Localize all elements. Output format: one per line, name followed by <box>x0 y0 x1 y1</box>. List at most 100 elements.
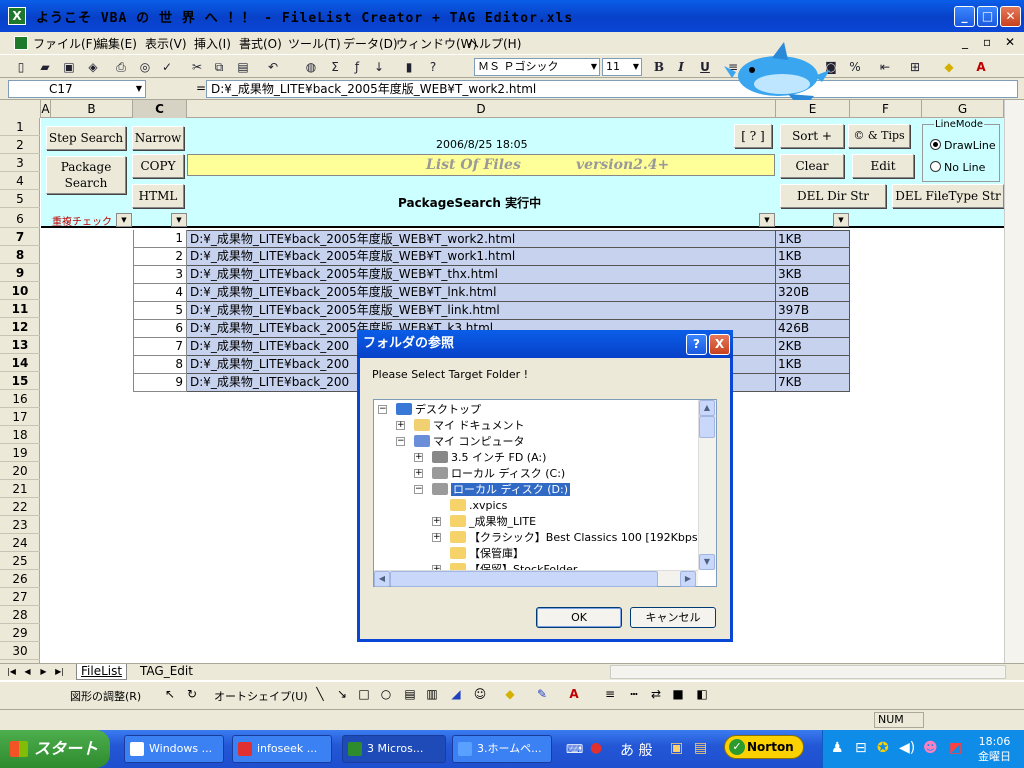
copy-button[interactable]: COPY <box>132 154 184 178</box>
tree-node-drive-c[interactable]: + ローカル ディスク (C:) <box>414 466 565 482</box>
open-icon[interactable]: ▰ <box>36 58 54 76</box>
expand-icon[interactable]: + <box>432 533 441 542</box>
filter-dropdown-d[interactable]: ▼ <box>759 213 775 227</box>
row-header[interactable]: 22 <box>0 498 40 516</box>
rectangle-tool-icon[interactable]: □ <box>356 686 372 702</box>
file-size-cell[interactable]: 426B <box>776 320 850 338</box>
tree-node-seikabutsu[interactable]: + _成果物_LITE <box>432 514 536 530</box>
autosum-icon[interactable]: Σ <box>326 58 344 76</box>
expand-icon[interactable]: + <box>432 517 441 526</box>
line-tool-icon[interactable]: ╲ <box>312 686 328 702</box>
row-header[interactable]: 12 <box>0 318 40 336</box>
noline-radio[interactable]: No Line <box>930 161 985 174</box>
row-header[interactable]: 1 <box>0 118 40 136</box>
sort-asc-icon[interactable]: ↓ <box>370 58 388 76</box>
help-icon[interactable]: ? <box>424 58 442 76</box>
globe-icon[interactable]: ✪ <box>877 740 889 756</box>
row-header[interactable]: 5 <box>0 190 40 208</box>
dialog-help-button[interactable]: ? <box>686 334 707 355</box>
row-index[interactable]: 9 <box>133 374 187 392</box>
row-header[interactable]: 10 <box>0 282 40 300</box>
row-index[interactable]: 2 <box>133 248 187 266</box>
row-header[interactable]: 2 <box>0 136 40 154</box>
column-header-b[interactable]: B <box>51 100 133 118</box>
filter-dropdown-b[interactable]: ▼ <box>116 213 132 227</box>
row-header[interactable]: 16 <box>0 390 40 408</box>
sort-button[interactable]: Sort + <box>780 124 844 148</box>
row-header[interactable]: 19 <box>0 444 40 462</box>
del-dir-button[interactable]: DEL Dir Str <box>780 184 886 208</box>
row-index[interactable]: 1 <box>133 230 187 248</box>
column-header-f[interactable]: F <box>850 100 922 118</box>
underline-icon[interactable]: U <box>696 58 714 76</box>
column-header-c[interactable]: C <box>133 100 187 118</box>
row-header[interactable]: 29 <box>0 624 40 642</box>
scroll-right-icon[interactable]: ▶ <box>680 571 696 587</box>
menu-tools[interactable]: ツール(T) <box>288 35 341 52</box>
tree-horizontal-scrollbar[interactable]: ◀ ▶ <box>374 570 698 587</box>
fill-color-icon[interactable]: ◆ <box>502 686 518 702</box>
task-homepage[interactable]: 3.ホームペ... <box>452 735 552 763</box>
percent-icon[interactable]: % <box>846 58 864 76</box>
row-header[interactable]: 21 <box>0 480 40 498</box>
file-path-cell[interactable]: D:¥_成果物_LITE¥back_2005年度版_WEB¥T_link.htm… <box>187 302 776 320</box>
row-header[interactable]: 15 <box>0 372 40 390</box>
font-color-icon[interactable]: A <box>972 58 990 76</box>
column-header-e[interactable]: E <box>776 100 850 118</box>
package-search-button[interactable]: Package Search <box>46 156 126 194</box>
file-size-cell[interactable]: 2KB <box>776 338 850 356</box>
file-size-cell[interactable]: 397B <box>776 302 850 320</box>
menu-edit[interactable]: 編集(E) <box>96 35 137 52</box>
fill-color-icon[interactable]: ◆ <box>940 58 958 76</box>
maximize-button[interactable]: □ <box>977 6 998 27</box>
task-excel[interactable]: 3 Micros... <box>342 735 446 763</box>
row-header[interactable]: 6 <box>0 210 40 228</box>
ime-mode[interactable]: あ 般 <box>620 740 652 760</box>
ime-dict-icon[interactable]: ▤ <box>694 740 707 756</box>
indent-icon[interactable]: ⇤ <box>876 58 894 76</box>
tab-filelist[interactable]: FileList <box>76 664 128 680</box>
row-header[interactable]: 13 <box>0 336 40 354</box>
menu-window[interactable]: ウィンドウ(W) <box>396 35 477 52</box>
row-header[interactable]: 11 <box>0 300 40 318</box>
scroll-thumb[interactable] <box>390 571 658 587</box>
workbook-icon[interactable] <box>14 36 28 50</box>
formula-input[interactable]: D:¥_成果物_LITE¥back_2005年度版_WEB¥T_work2.ht… <box>206 80 1018 98</box>
ime-tools-icon[interactable]: ▣ <box>670 740 683 756</box>
menu-view[interactable]: 表示(V) <box>145 35 187 52</box>
tips-button[interactable]: © & Tips <box>848 124 910 148</box>
folder-tree[interactable]: − デスクトップ + マイ ドキュメント − マイ コンピュータ +3.5 インチ F… <box>373 399 717 587</box>
start-button[interactable]: スタート <box>0 730 110 768</box>
excel-app-icon[interactable]: X <box>8 7 26 25</box>
edit-button[interactable]: Edit <box>852 154 914 178</box>
column-header-a[interactable]: A <box>41 100 51 118</box>
horizontal-scrollbar[interactable] <box>610 665 1006 679</box>
file-size-cell[interactable]: 3KB <box>776 266 850 284</box>
volume-icon[interactable]: ◀) <box>899 740 915 756</box>
row-header[interactable]: 3 <box>0 154 40 172</box>
print-preview-icon[interactable]: ◎ <box>136 58 154 76</box>
tree-node-hokanko[interactable]: 【保管庫】 <box>450 546 524 562</box>
row-header[interactable]: 8 <box>0 246 40 264</box>
row-index[interactable]: 5 <box>133 302 187 320</box>
row-index[interactable]: 8 <box>133 356 187 374</box>
arrow-style-icon[interactable]: ⇄ <box>648 686 664 702</box>
tree-node-desktop[interactable]: − デスクトップ <box>378 402 481 418</box>
drawline-radio[interactable]: DrawLine <box>930 139 996 152</box>
network-icon[interactable]: ⊟ <box>855 740 867 756</box>
tree-node-my-computer[interactable]: − マイ コンピュータ <box>396 434 525 450</box>
menu-file[interactable]: ファイル(F) <box>33 35 97 52</box>
flag-icon[interactable]: ◩ <box>949 740 962 756</box>
row-index[interactable]: 3 <box>133 266 187 284</box>
row-header[interactable]: 14 <box>0 354 40 372</box>
first-sheet-icon[interactable]: |◀ <box>6 666 17 678</box>
next-sheet-icon[interactable]: ▶ <box>38 666 49 678</box>
tree-node-drive-d[interactable]: − ローカル ディスク (D:) <box>414 482 570 498</box>
last-sheet-icon[interactable]: ▶| <box>54 666 65 678</box>
help-button[interactable]: [ ? ] <box>734 124 772 148</box>
file-size-cell[interactable]: 1KB <box>776 356 850 374</box>
row-header[interactable]: 4 <box>0 172 40 190</box>
user-icon[interactable]: ♟ <box>831 740 844 756</box>
borders-icon[interactable]: ⊞ <box>906 58 924 76</box>
font-name-combo[interactable]: ＭＳ Ｐゴシック ▼ <box>474 58 600 76</box>
